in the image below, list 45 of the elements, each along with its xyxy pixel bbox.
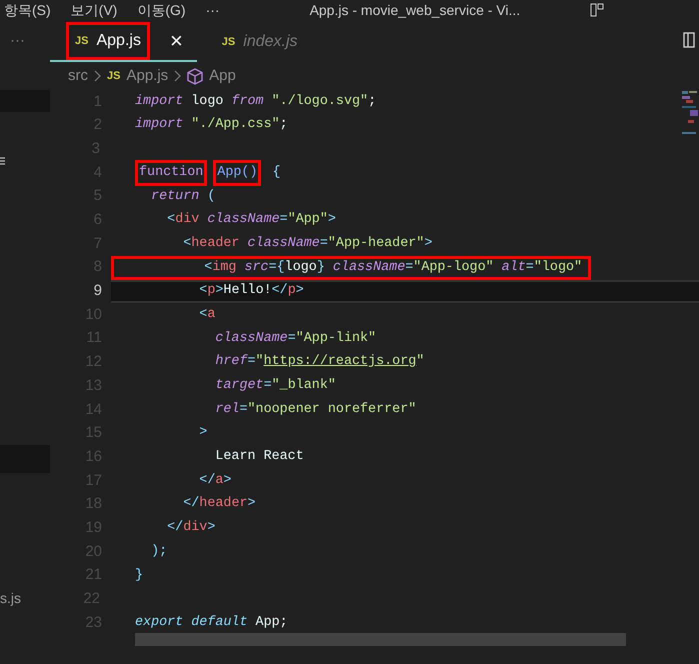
code-line: <header className="App-header"> [182, 234, 434, 253]
tab-label: App.js [96, 31, 141, 51]
editor-tab[interactable]: JS index.js [196, 22, 321, 62]
js-file-icon: JS [107, 68, 120, 84]
code-line: </header> [182, 495, 257, 514]
code-line: export default App; [134, 614, 289, 632]
chevron-icon [94, 70, 101, 82]
code-line: import logo from "./logo.svg"; [134, 92, 378, 111]
code-line: href="https://reactjs.org" [214, 353, 426, 372]
code-line: ); [150, 542, 168, 561]
code-line: <div className="App"> [166, 211, 337, 230]
code-line: > [198, 424, 208, 442]
code-line: rel="noopener noreferrer" [214, 400, 418, 419]
menu-item[interactable]: 보기(V) [70, 0, 118, 20]
code-line: target="_blank" [214, 377, 337, 396]
menu-item[interactable]: 항목(S) [4, 0, 51, 20]
js-file-icon: JS [222, 34, 236, 50]
code-line: className="App-link" [214, 330, 378, 348]
code-line: return ( [150, 188, 216, 206]
code-line: function App() { [111, 161, 699, 185]
breadcrumb-item[interactable]: App [209, 64, 236, 88]
more-actions-icon[interactable]: ··· [10, 30, 25, 52]
tab-label: index.js [243, 32, 298, 52]
code-line: import "./App.css"; [134, 116, 289, 134]
menu-item[interactable]: ··· [206, 0, 220, 20]
window-title: App.js - movie_web_service - Vi... [310, 0, 520, 20]
js-file-icon: JS [75, 32, 88, 50]
code-line: </a> [198, 472, 232, 490]
file-item[interactable]: s.js [0, 588, 50, 609]
breadcrumb-item[interactable]: src [68, 64, 88, 88]
breadcrumb-item[interactable]: App.js [126, 64, 168, 88]
horizontal-scrollbar[interactable] [135, 633, 626, 646]
layout-icon[interactable] [590, 3, 604, 17]
code-line: </div> [166, 519, 216, 538]
code-line: <a [198, 306, 216, 324]
line-number: 9 [92, 281, 102, 302]
menu-icon [0, 157, 6, 165]
split-editor-icon[interactable] [683, 32, 695, 48]
editor-tab[interactable]: JS App.js × [50, 22, 197, 62]
close-icon[interactable]: × [170, 30, 183, 52]
code-line: Learn React [214, 448, 305, 466]
code-line: } [134, 566, 144, 585]
menu-item[interactable]: 이동(G) [137, 0, 186, 20]
chevron-icon [174, 70, 182, 82]
cube-icon [187, 68, 204, 84]
